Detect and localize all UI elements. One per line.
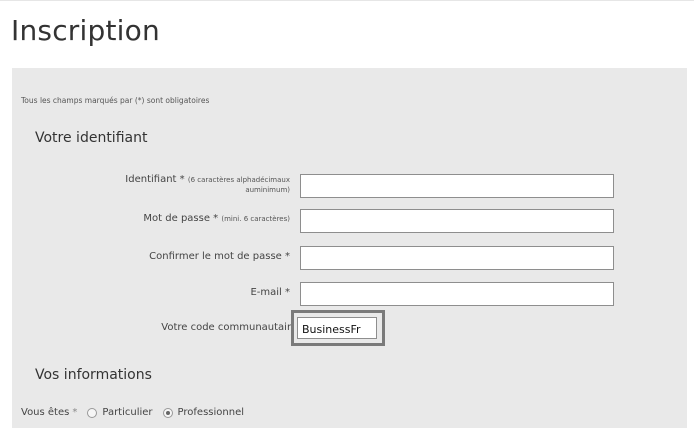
page-title: Inscription	[11, 14, 160, 47]
password-input[interactable]	[301, 210, 613, 233]
identifiant-hint: (6 caractères alphadécimaux	[187, 176, 290, 184]
email-field[interactable]	[300, 282, 614, 306]
confirm-password-label: Confirmer le mot de passe *	[149, 251, 290, 262]
password-hint: (mini. 6 caractères)	[221, 215, 290, 223]
radio-professionnel-label[interactable]: Professionnel	[178, 407, 244, 418]
password-label-text: Mot de passe *	[143, 213, 219, 224]
identifiant-input[interactable]	[301, 175, 613, 198]
community-code-label: Votre code communautaire	[161, 322, 297, 333]
confirm-password-field[interactable]	[300, 246, 614, 270]
radio-particulier-label[interactable]: Particulier	[102, 407, 152, 418]
password-label: Mot de passe * (mini. 6 caractères)	[143, 213, 290, 224]
radio-professionnel[interactable]	[162, 407, 173, 418]
required-fields-note: Tous les champs marqués par (*) sont obl…	[21, 96, 210, 105]
vous-etes-label: Vous êtes	[21, 407, 70, 418]
radio-particulier[interactable]	[87, 407, 98, 418]
vous-etes-row: Vous êtes * Particulier Professionnel	[21, 407, 244, 418]
section-title-identifiant: Votre identifiant	[35, 130, 148, 146]
confirm-password-input[interactable]	[301, 247, 613, 270]
identifiant-hint-2: auminimum)	[245, 186, 290, 194]
identifiant-label: Identifiant * (6 caractères alphadécimau…	[125, 175, 290, 195]
password-field[interactable]	[300, 209, 614, 233]
email-label: E-mail *	[250, 287, 290, 298]
community-code-input[interactable]	[298, 319, 376, 340]
community-code-field[interactable]	[297, 317, 377, 340]
identifiant-field[interactable]	[300, 174, 614, 198]
top-divider	[0, 0, 694, 1]
section-title-informations: Vos informations	[35, 367, 152, 383]
email-input[interactable]	[301, 283, 613, 306]
required-asterisk: *	[72, 407, 78, 418]
identifiant-label-text: Identifiant *	[125, 174, 185, 185]
